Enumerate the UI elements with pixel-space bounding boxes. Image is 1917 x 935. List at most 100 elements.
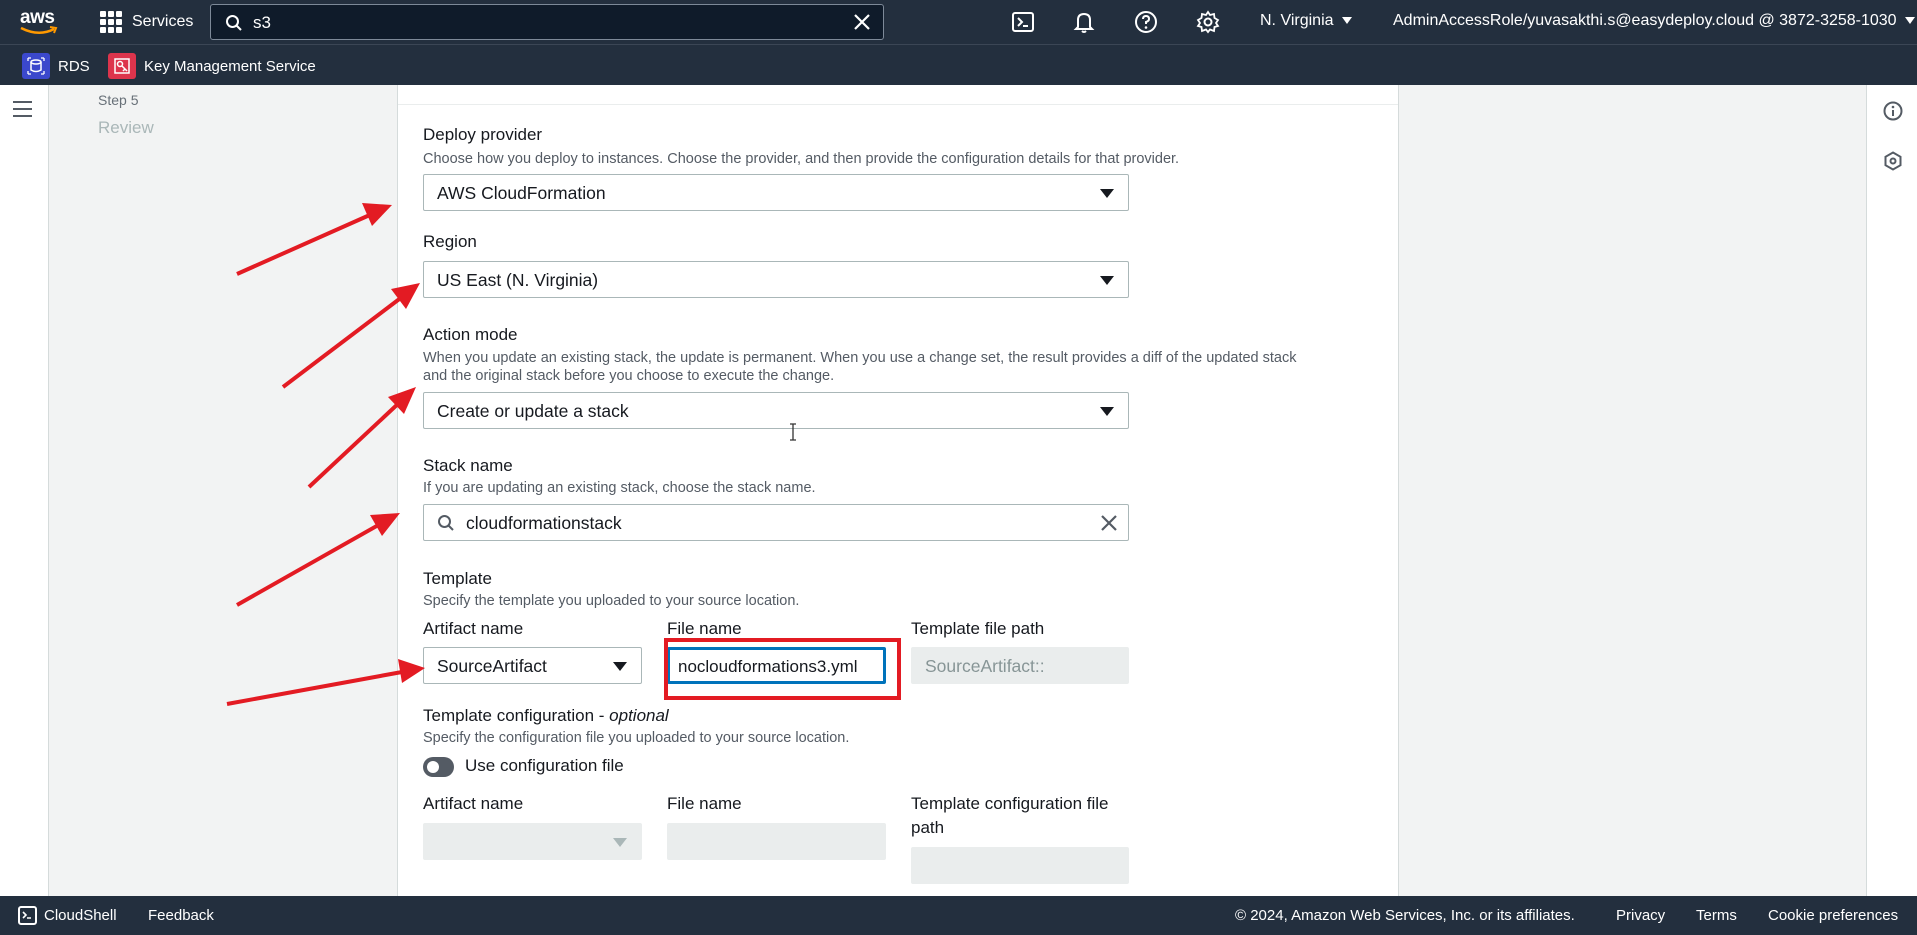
config-file-path-label-line2: path xyxy=(911,818,945,837)
template-file-path-value: SourceArtifact:: xyxy=(925,656,1045,676)
footer-terms-link[interactable]: Terms xyxy=(1696,907,1737,924)
config-file-path-input xyxy=(911,847,1129,884)
caret-down-icon xyxy=(613,838,627,847)
services-menu-button[interactable]: Services xyxy=(100,10,193,34)
file-name-highlight-box xyxy=(664,638,901,700)
footer-feedback-button[interactable]: Feedback xyxy=(148,907,214,924)
clear-input-icon[interactable] xyxy=(1100,514,1118,532)
help-icon[interactable] xyxy=(1134,10,1158,34)
region-label: N. Virginia xyxy=(1260,12,1334,29)
caret-down-icon xyxy=(1904,17,1915,25)
info-icon[interactable] xyxy=(1883,101,1903,121)
favorite-rds-label: RDS xyxy=(58,57,90,75)
toggle-knob xyxy=(427,761,439,773)
template-config-label-text: Template configuration - xyxy=(423,706,610,725)
footer-copyright: © 2024, Amazon Web Services, Inc. or its… xyxy=(1235,907,1575,924)
bell-icon[interactable] xyxy=(1072,10,1096,34)
annotation-arrow xyxy=(307,400,402,489)
template-config-desc: Specify the configuration file you uploa… xyxy=(423,730,850,746)
deploy-provider-label: Deploy provider xyxy=(423,125,543,144)
template-label: Template xyxy=(423,569,492,588)
favorites-bar: RDS Key Management Service xyxy=(0,44,1917,85)
deploy-provider-desc: Choose how you deploy to instances. Choo… xyxy=(423,151,1180,167)
cloudshell-icon[interactable] xyxy=(1011,10,1035,34)
caret-down-icon xyxy=(1100,276,1114,285)
deploy-provider-value: AWS CloudFormation xyxy=(437,183,606,203)
template-config-label: Template configuration - optional xyxy=(423,706,669,726)
region-select[interactable]: US East (N. Virginia) xyxy=(423,261,1129,298)
artifact-name-select[interactable]: SourceArtifact xyxy=(423,647,642,684)
text-cursor-icon xyxy=(790,423,796,441)
region-label: Region xyxy=(423,232,477,251)
caret-down-icon xyxy=(1341,17,1352,25)
account-menu[interactable]: AdminAccessRole/yuvasakthi.s@easydeploy.… xyxy=(1393,12,1915,30)
search-icon xyxy=(226,15,242,31)
caret-down-icon xyxy=(1100,189,1114,198)
global-search-input[interactable]: s3 xyxy=(210,4,884,40)
stack-name-desc: If you are updating an existing stack, c… xyxy=(423,480,816,496)
artifact-name-value: SourceArtifact xyxy=(437,656,547,676)
tutorial-icon[interactable] xyxy=(1883,151,1903,171)
action-mode-label: Action mode xyxy=(423,325,518,344)
template-file-path-label: Template file path xyxy=(911,619,1045,638)
panel-divider xyxy=(398,85,1398,105)
rds-icon xyxy=(22,53,50,79)
action-mode-desc-line2: and the original stack before you choose… xyxy=(423,368,835,384)
step-review-link[interactable]: Review xyxy=(98,118,154,138)
top-navigation: aws Services s3 N. Virginia AdminAccessR… xyxy=(0,0,1917,44)
stack-name-label: Stack name xyxy=(423,456,513,475)
step-number: Step 5 xyxy=(98,92,139,108)
account-label: AdminAccessRole/yuvasakthi.s@easydeploy.… xyxy=(1393,12,1897,29)
template-desc: Specify the template you uploaded to you… xyxy=(423,593,800,609)
config-file-name-label: File name xyxy=(667,794,742,813)
cloudshell-icon xyxy=(18,906,37,925)
wizard-step-nav: Step 5 Review xyxy=(98,92,154,138)
annotation-arrow xyxy=(236,212,373,276)
annotation-arrow xyxy=(236,521,383,607)
aws-logo-text: aws xyxy=(20,7,55,28)
favorite-rds[interactable]: RDS xyxy=(22,53,90,79)
footer-cloudshell-button[interactable]: CloudShell xyxy=(44,907,117,924)
config-artifact-name-select xyxy=(423,823,642,860)
optional-tag: optional xyxy=(609,706,669,725)
config-artifact-name-label: Artifact name xyxy=(423,794,524,813)
search-value: s3 xyxy=(253,13,271,32)
menu-icon[interactable] xyxy=(13,101,32,122)
console-footer: CloudShell Feedback © 2024, Amazon Web S… xyxy=(0,896,1917,935)
use-config-file-label: Use configuration file xyxy=(465,756,624,775)
services-label: Services xyxy=(132,13,194,30)
stack-name-input[interactable]: cloudformationstack xyxy=(423,504,1129,541)
config-file-name-input xyxy=(667,823,886,860)
favorite-kms[interactable]: Key Management Service xyxy=(108,53,316,79)
use-config-file-toggle[interactable] xyxy=(423,757,454,777)
caret-down-icon xyxy=(1100,407,1114,416)
clear-search-icon[interactable] xyxy=(853,13,871,31)
footer-cookie-preferences-link[interactable]: Cookie preferences xyxy=(1768,907,1898,924)
aws-logo[interactable]: aws xyxy=(20,7,60,37)
gear-icon[interactable] xyxy=(1196,10,1220,34)
left-rail xyxy=(0,85,49,896)
template-file-path-input: SourceArtifact:: xyxy=(911,647,1129,684)
annotation-arrowhead xyxy=(362,203,392,226)
kms-icon xyxy=(108,53,136,79)
smile-icon xyxy=(20,26,58,34)
caret-down-icon xyxy=(613,662,627,671)
annotation-arrow xyxy=(226,670,403,706)
footer-privacy-link[interactable]: Privacy xyxy=(1616,907,1665,924)
grid-icon xyxy=(100,11,122,33)
annotation-arrow xyxy=(281,295,404,389)
file-name-label: File name xyxy=(667,619,742,638)
config-file-path-label: Template configuration file xyxy=(911,794,1109,813)
action-mode-desc-line1: When you update an existing stack, the u… xyxy=(423,350,1297,366)
action-mode-select[interactable]: Create or update a stack xyxy=(423,392,1129,429)
stack-name-value: cloudformationstack xyxy=(466,513,622,533)
action-mode-value: Create or update a stack xyxy=(437,401,629,421)
right-rail xyxy=(1866,85,1917,896)
artifact-name-label: Artifact name xyxy=(423,619,524,638)
region-selector[interactable]: N. Virginia xyxy=(1260,12,1352,30)
search-icon xyxy=(438,515,454,531)
deploy-provider-select[interactable]: AWS CloudFormation xyxy=(423,174,1129,211)
annotation-arrowhead xyxy=(370,513,400,536)
region-value: US East (N. Virginia) xyxy=(437,270,599,290)
favorite-kms-label: Key Management Service xyxy=(144,57,316,75)
